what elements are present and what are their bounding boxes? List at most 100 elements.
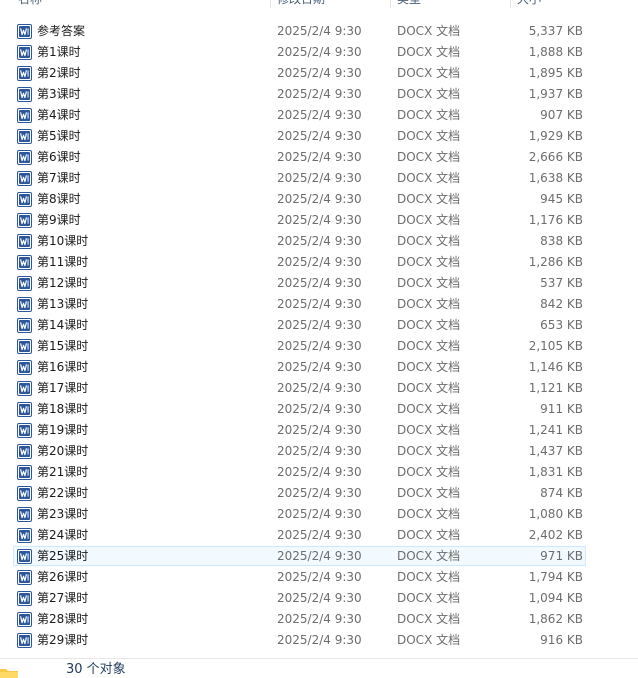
file-date: 2025/2/4 9:30	[277, 234, 362, 248]
file-type: DOCX 文档	[397, 570, 461, 584]
file-date: 2025/2/4 9:30	[277, 318, 362, 332]
file-name: 参考答案	[37, 24, 86, 38]
file-date: 2025/2/4 9:30	[277, 507, 362, 521]
file-type: DOCX 文档	[397, 171, 461, 185]
file-date: 2025/2/4 9:30	[277, 423, 362, 437]
file-name: 第23课时	[37, 507, 89, 521]
file-row[interactable]: 第28课时 2025/2/4 9:30 DOCX 文档 1,862 KB	[0, 609, 638, 630]
file-name: 第1课时	[37, 45, 81, 59]
file-type: DOCX 文档	[397, 45, 461, 59]
word-doc-icon	[17, 129, 32, 144]
file-type: DOCX 文档	[397, 612, 461, 626]
file-size: 1,794 KB	[528, 570, 583, 584]
word-doc-icon	[17, 381, 32, 396]
word-doc-icon	[17, 486, 32, 501]
file-name: 第12课时	[37, 276, 89, 290]
file-row[interactable]: 第4课时 2025/2/4 9:30 DOCX 文档 907 KB	[0, 105, 638, 126]
file-name: 第5课时	[37, 129, 81, 143]
file-type: DOCX 文档	[397, 66, 461, 80]
file-name: 第19课时	[37, 423, 89, 437]
file-row[interactable]: 第5课时 2025/2/4 9:30 DOCX 文档 1,929 KB	[0, 126, 638, 147]
word-doc-icon	[17, 318, 32, 333]
file-row[interactable]: 第19课时 2025/2/4 9:30 DOCX 文档 1,241 KB	[0, 420, 638, 441]
file-date: 2025/2/4 9:30	[277, 486, 362, 500]
file-name: 第21课时	[37, 465, 89, 479]
file-size: 2,105 KB	[528, 339, 583, 353]
file-type: DOCX 文档	[397, 213, 461, 227]
file-type: DOCX 文档	[397, 255, 461, 269]
file-row[interactable]: 第6课时 2025/2/4 9:30 DOCX 文档 2,666 KB	[0, 147, 638, 168]
column-header-name[interactable]: 名称	[12, 0, 274, 8]
file-row[interactable]: 第9课时 2025/2/4 9:30 DOCX 文档 1,176 KB	[0, 210, 638, 231]
file-size: 1,176 KB	[528, 213, 583, 227]
file-row[interactable]: 第16课时 2025/2/4 9:30 DOCX 文档 1,146 KB	[0, 357, 638, 378]
file-date: 2025/2/4 9:30	[277, 444, 362, 458]
file-row[interactable]: 第7课时 2025/2/4 9:30 DOCX 文档 1,638 KB	[0, 168, 638, 189]
file-row[interactable]: 第13课时 2025/2/4 9:30 DOCX 文档 842 KB	[0, 294, 638, 315]
file-name: 第25课时	[37, 549, 89, 563]
file-row[interactable]: 第18课时 2025/2/4 9:30 DOCX 文档 911 KB	[0, 399, 638, 420]
file-row[interactable]: 第11课时 2025/2/4 9:30 DOCX 文档 1,286 KB	[0, 252, 638, 273]
file-row[interactable]: 第26课时 2025/2/4 9:30 DOCX 文档 1,794 KB	[0, 567, 638, 588]
word-doc-icon	[17, 528, 32, 543]
file-row[interactable]: 第22课时 2025/2/4 9:30 DOCX 文档 874 KB	[0, 483, 638, 504]
word-doc-icon	[17, 192, 32, 207]
file-name: 第20课时	[37, 444, 89, 458]
column-header-date[interactable]: 修改日期	[270, 0, 390, 8]
file-list: 参考答案 2025/2/4 9:30 DOCX 文档 5,337 KB 第1课时 2025…	[0, 21, 638, 651]
file-row[interactable]: 第21课时 2025/2/4 9:30 DOCX 文档 1,831 KB	[0, 462, 638, 483]
file-name: 第13课时	[37, 297, 89, 311]
file-size: 1,080 KB	[528, 507, 583, 521]
file-row[interactable]: 第17课时 2025/2/4 9:30 DOCX 文档 1,121 KB	[0, 378, 638, 399]
word-doc-icon	[17, 444, 32, 459]
file-size: 907 KB	[540, 108, 583, 122]
file-row[interactable]: 第15课时 2025/2/4 9:30 DOCX 文档 2,105 KB	[0, 336, 638, 357]
file-name: 第11课时	[37, 255, 89, 269]
file-row[interactable]: 第8课时 2025/2/4 9:30 DOCX 文档 945 KB	[0, 189, 638, 210]
file-size: 874 KB	[540, 486, 583, 500]
word-doc-icon	[17, 423, 32, 438]
file-row[interactable]: 第14课时 2025/2/4 9:30 DOCX 文档 653 KB	[0, 315, 638, 336]
file-type: DOCX 文档	[397, 339, 461, 353]
file-type: DOCX 文档	[397, 192, 461, 206]
file-row[interactable]: 第29课时 2025/2/4 9:30 DOCX 文档 916 KB	[0, 630, 638, 651]
file-size: 1,437 KB	[528, 444, 583, 458]
file-row[interactable]: 第25课时 2025/2/4 9:30 DOCX 文档 971 KB	[0, 546, 638, 567]
file-row[interactable]: 第24课时 2025/2/4 9:30 DOCX 文档 2,402 KB	[0, 525, 638, 546]
column-header: 名称 修改日期 类型 大小	[0, 0, 638, 8]
file-date: 2025/2/4 9:30	[277, 66, 362, 80]
file-name: 第27课时	[37, 591, 89, 605]
file-date: 2025/2/4 9:30	[277, 213, 362, 227]
file-row[interactable]: 第20课时 2025/2/4 9:30 DOCX 文档 1,437 KB	[0, 441, 638, 462]
file-row[interactable]: 第10课时 2025/2/4 9:30 DOCX 文档 838 KB	[0, 231, 638, 252]
file-date: 2025/2/4 9:30	[277, 108, 362, 122]
file-type: DOCX 文档	[397, 276, 461, 290]
file-row[interactable]: 第27课时 2025/2/4 9:30 DOCX 文档 1,094 KB	[0, 588, 638, 609]
file-row[interactable]: 第3课时 2025/2/4 9:30 DOCX 文档 1,937 KB	[0, 84, 638, 105]
file-row[interactable]: 第12课时 2025/2/4 9:30 DOCX 文档 537 KB	[0, 273, 638, 294]
file-row[interactable]: 参考答案 2025/2/4 9:30 DOCX 文档 5,337 KB	[0, 21, 638, 42]
file-size: 971 KB	[540, 549, 583, 563]
file-row[interactable]: 第2课时 2025/2/4 9:30 DOCX 文档 1,895 KB	[0, 63, 638, 84]
file-name: 第29课时	[37, 633, 89, 647]
file-date: 2025/2/4 9:30	[277, 612, 362, 626]
word-doc-icon	[17, 276, 32, 291]
file-size: 838 KB	[540, 234, 583, 248]
file-type: DOCX 文档	[397, 528, 461, 542]
file-date: 2025/2/4 9:30	[277, 633, 362, 647]
file-size: 911 KB	[540, 402, 583, 416]
file-row[interactable]: 第1课时 2025/2/4 9:30 DOCX 文档 1,888 KB	[0, 42, 638, 63]
word-doc-icon	[17, 402, 32, 417]
file-type: DOCX 文档	[397, 423, 461, 437]
file-type: DOCX 文档	[397, 297, 461, 311]
file-row[interactable]: 第23课时 2025/2/4 9:30 DOCX 文档 1,080 KB	[0, 504, 638, 525]
file-type: DOCX 文档	[397, 87, 461, 101]
file-size: 1,831 KB	[528, 465, 583, 479]
file-date: 2025/2/4 9:30	[277, 87, 362, 101]
file-name: 第4课时	[37, 108, 81, 122]
column-header-size[interactable]: 大小	[510, 0, 590, 8]
column-header-type[interactable]: 类型	[390, 0, 510, 8]
file-size: 1,121 KB	[528, 381, 583, 395]
file-size: 1,286 KB	[528, 255, 583, 269]
file-size: 537 KB	[540, 276, 583, 290]
